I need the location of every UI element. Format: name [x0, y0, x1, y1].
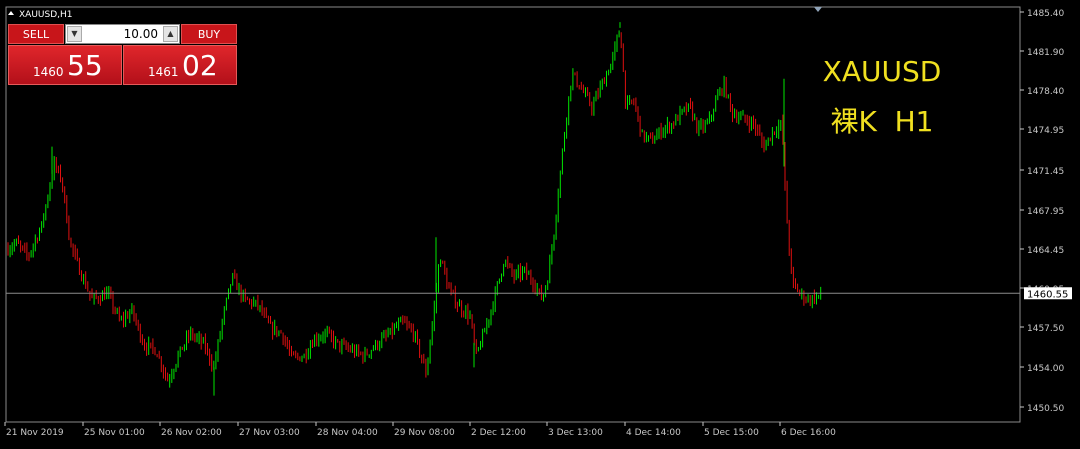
time-tick-label: 21 Nov 2019 — [6, 428, 64, 438]
price-tick-label: 1478.40 — [1027, 87, 1064, 97]
time-tick-label: 5 Dec 15:00 — [704, 428, 759, 438]
time-tick-label: 4 Dec 14:00 — [626, 428, 681, 438]
time-tick-label: 26 Nov 02:00 — [161, 428, 222, 438]
sell-price-box[interactable]: 1460 55 — [8, 45, 122, 85]
price-tick-label: 1467.95 — [1027, 207, 1064, 217]
time-tick-label: 2 Dec 12:00 — [471, 428, 526, 438]
price-tick-label: 1457.50 — [1027, 324, 1064, 334]
lot-size-field[interactable]: ▼ ▲ — [65, 24, 180, 44]
time-tick-label: 29 Nov 08:00 — [394, 428, 455, 438]
overlay-title: XAUUSD — [823, 55, 942, 88]
symbol-arrow-icon — [8, 11, 14, 15]
sell-button[interactable]: SELL — [8, 24, 64, 44]
lot-size-input[interactable] — [84, 25, 160, 43]
time-tick-label: 28 Nov 04:00 — [317, 428, 378, 438]
lot-decrease-icon[interactable]: ▼ — [67, 26, 82, 42]
price-tick-label: 1485.40 — [1027, 9, 1064, 19]
time-tick-label: 3 Dec 13:00 — [548, 428, 603, 438]
overlay-subtitle: 裸K H1 — [830, 105, 933, 138]
price-tick-label: 1481.90 — [1027, 48, 1064, 58]
time-tick-label: 27 Nov 03:00 — [239, 428, 300, 438]
time-tick-label: 6 Dec 16:00 — [781, 428, 836, 438]
buy-button[interactable]: BUY — [181, 24, 237, 44]
price-axis: 1485.40 1481.90 1478.40 1474.95 1471.45 1467.… — [1020, 9, 1064, 414]
price-tick-label: 1474.95 — [1027, 126, 1064, 136]
symbol-label: XAUUSD,H1 — [19, 10, 73, 20]
price-tick-label: 1471.45 — [1027, 167, 1064, 177]
buy-price-box[interactable]: 1461 02 — [123, 45, 237, 85]
sell-price-pips: 55 — [67, 49, 103, 82]
chart-shift-marker — [814, 7, 822, 12]
price-tick-label: 1464.45 — [1027, 246, 1064, 256]
price-tick-label: 1450.50 — [1027, 404, 1064, 414]
sell-price-base: 1460 — [33, 65, 64, 79]
time-axis: 21 Nov 2019 25 Nov 01:00 26 Nov 02:00 27 No… — [4, 422, 836, 438]
one-click-trading-panel: SELL ▼ ▲ BUY 1460 55 1461 02 — [8, 24, 237, 85]
price-tick-label: 1454.00 — [1027, 364, 1064, 374]
lot-increase-icon[interactable]: ▲ — [163, 26, 178, 42]
current-price-label: 1460.55 — [1027, 289, 1068, 300]
buy-price-pips: 02 — [182, 49, 218, 82]
buy-price-base: 1461 — [148, 65, 179, 79]
time-tick-label: 25 Nov 01:00 — [84, 428, 145, 438]
current-price-tag: 1460.55 — [1024, 287, 1072, 300]
